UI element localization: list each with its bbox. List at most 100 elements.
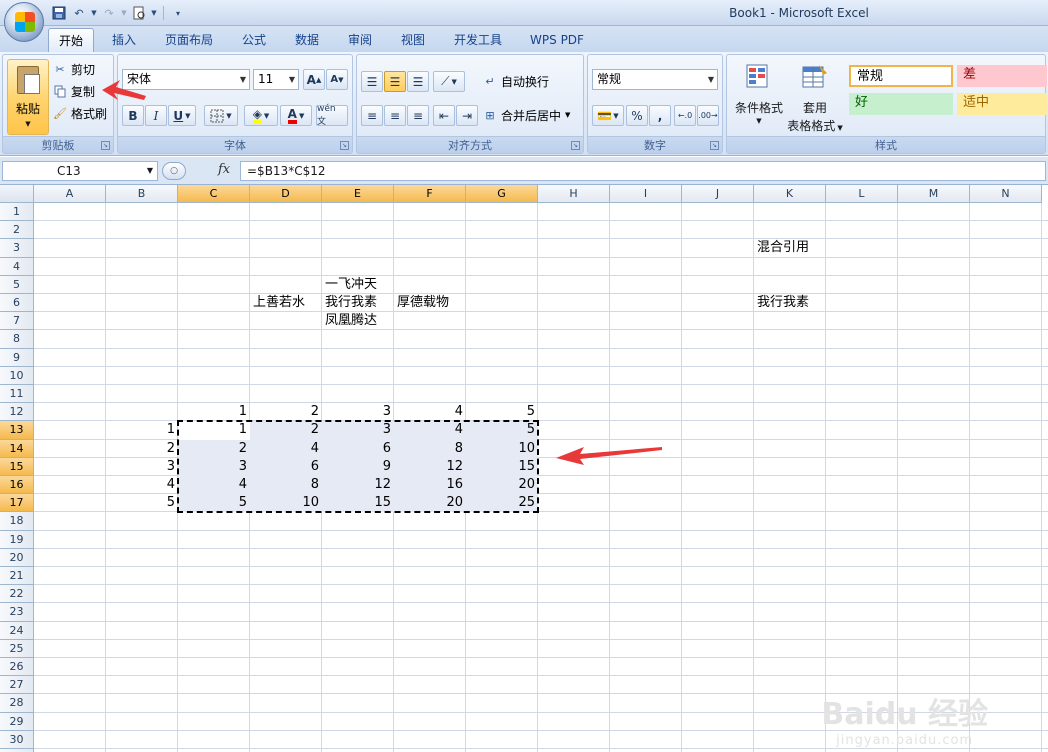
cell-B17[interactable]: 5 <box>106 494 178 512</box>
column-header-C[interactable]: C <box>178 185 250 203</box>
wrap-text-button[interactable]: ↵ 自动换行 <box>483 71 549 91</box>
insert-function-icon[interactable]: fx <box>218 162 230 177</box>
cell-E12[interactable]: 3 <box>322 403 394 421</box>
row-header-19[interactable]: 19 <box>0 530 34 549</box>
row-header-16[interactable]: 16 <box>0 476 34 495</box>
align-right-button[interactable]: ≡ <box>407 105 429 126</box>
borders-button[interactable]: ▼ <box>204 105 238 126</box>
row-header-21[interactable]: 21 <box>0 567 34 586</box>
increase-indent-button[interactable]: ⇥ <box>456 105 478 126</box>
column-header-I[interactable]: I <box>610 185 682 203</box>
cell-B15[interactable]: 3 <box>106 458 178 476</box>
tab-formulas[interactable]: 公式 <box>232 28 276 52</box>
row-header-14[interactable]: 14 <box>0 439 34 458</box>
cell-E7[interactable]: 凤凰腾达 <box>322 312 394 330</box>
row-header-13[interactable]: 13 <box>0 421 34 440</box>
tab-wps-pdf[interactable]: WPS PDF <box>521 28 593 52</box>
column-header-E[interactable]: E <box>322 185 394 203</box>
decrease-decimal-button[interactable]: .00→ <box>697 105 719 126</box>
comma-button[interactable]: , <box>649 105 671 126</box>
name-box[interactable]: C13 ▼ <box>2 161 158 181</box>
clipboard-launcher-icon[interactable]: ↘ <box>101 141 110 150</box>
row-header-11[interactable]: 11 <box>0 385 34 404</box>
row-header-22[interactable]: 22 <box>0 585 34 604</box>
cut-button[interactable]: ✂ 剪切 <box>53 59 95 79</box>
row-header-17[interactable]: 17 <box>0 494 34 513</box>
tab-insert[interactable]: 插入 <box>102 28 146 52</box>
decrease-indent-button[interactable]: ⇤ <box>433 105 455 126</box>
cell-B14[interactable]: 2 <box>106 440 178 458</box>
cell-E6[interactable]: 我行我素 <box>322 294 394 312</box>
row-header-6[interactable]: 6 <box>0 294 34 313</box>
conditional-format-button[interactable]: 条件格式 ▼ <box>731 59 787 131</box>
tab-home[interactable]: 开始 <box>48 28 94 52</box>
cell-F6[interactable]: 厚德载物 <box>394 294 466 312</box>
font-size-select[interactable]: 11 ▼ <box>253 69 299 90</box>
row-header-5[interactable]: 5 <box>0 275 34 294</box>
column-header-J[interactable]: J <box>682 185 754 203</box>
tab-developer[interactable]: 开发工具 <box>444 28 512 52</box>
number-format-select[interactable]: 常规 ▼ <box>592 69 718 90</box>
row-header-25[interactable]: 25 <box>0 639 34 658</box>
column-header-N[interactable]: N <box>970 185 1042 203</box>
shrink-font-button[interactable]: A ▼ <box>326 69 348 90</box>
row-header-29[interactable]: 29 <box>0 712 34 731</box>
merge-center-button[interactable]: ⊞ 合并后居中 ▼ <box>483 105 570 125</box>
align-middle-button[interactable]: ☰ <box>384 71 406 92</box>
row-header-9[interactable]: 9 <box>0 348 34 367</box>
column-header-F[interactable]: F <box>394 185 466 203</box>
align-top-button[interactable]: ☰ <box>361 71 383 92</box>
select-all-corner[interactable] <box>0 185 34 203</box>
row-header-20[interactable]: 20 <box>0 548 34 567</box>
column-header-B[interactable]: B <box>106 185 178 203</box>
cell-B16[interactable]: 4 <box>106 476 178 494</box>
cell-K6[interactable]: 我行我素 <box>754 294 826 312</box>
formula-bar-expand-icon[interactable]: ○ <box>162 162 186 180</box>
row-header-26[interactable]: 26 <box>0 658 34 677</box>
increase-decimal-button[interactable]: ←.0 <box>674 105 696 126</box>
column-header-L[interactable]: L <box>826 185 898 203</box>
column-header-D[interactable]: D <box>250 185 322 203</box>
row-header-24[interactable]: 24 <box>0 621 34 640</box>
cell-D6[interactable]: 上善若水 <box>250 294 322 312</box>
row-header-1[interactable]: 1 <box>0 203 34 222</box>
style-normal[interactable]: 常规 <box>849 65 953 87</box>
row-header-7[interactable]: 7 <box>0 312 34 331</box>
column-header-K[interactable]: K <box>754 185 826 203</box>
column-header-H[interactable]: H <box>538 185 610 203</box>
percent-button[interactable]: % <box>626 105 648 126</box>
cell-G12[interactable]: 5 <box>466 403 538 421</box>
format-painter-button[interactable]: 🖌 格式刷 <box>53 103 107 123</box>
align-center-button[interactable]: ≡ <box>384 105 406 126</box>
cell-E5[interactable]: 一飞冲天 <box>322 276 394 294</box>
row-header-15[interactable]: 15 <box>0 457 34 476</box>
alignment-launcher-icon[interactable]: ↘ <box>571 141 580 150</box>
orientation-button[interactable]: ⟋ ▼ <box>433 71 465 92</box>
style-bad[interactable]: 差 <box>957 65 1047 87</box>
row-header-3[interactable]: 3 <box>0 239 34 258</box>
cell-C12[interactable]: 1 <box>178 403 250 421</box>
bold-button[interactable]: B <box>122 105 144 126</box>
tab-page-layout[interactable]: 页面布局 <box>156 28 222 52</box>
format-as-table-button[interactable]: 套用 表格格式 ▼ <box>785 59 845 133</box>
row-header-12[interactable]: 12 <box>0 403 34 422</box>
currency-button[interactable]: 💳 ▼ <box>592 105 624 126</box>
column-header-M[interactable]: M <box>898 185 970 203</box>
font-color-button[interactable]: A ▼ <box>280 105 312 126</box>
formula-input[interactable]: =$B13*C$12 <box>240 161 1046 181</box>
row-header-4[interactable]: 4 <box>0 257 34 276</box>
cell-K3[interactable]: 混合引用 <box>754 239 826 257</box>
style-good[interactable]: 好 <box>849 93 953 115</box>
copy-button[interactable]: 复制 <box>53 81 95 101</box>
row-header-30[interactable]: 30 <box>0 730 34 749</box>
row-header-2[interactable]: 2 <box>0 221 34 240</box>
cell-D12[interactable]: 2 <box>250 403 322 421</box>
font-launcher-icon[interactable]: ↘ <box>340 141 349 150</box>
number-launcher-icon[interactable]: ↘ <box>710 141 719 150</box>
worksheet-grid[interactable]: A B C D E F G H I J K L M N 1 2 3 4 5 6 7 8 9 10 11 12 13 14 15 16 17 1… <box>0 185 1048 752</box>
phonetic-button[interactable]: wén 文 <box>316 104 348 127</box>
office-button[interactable] <box>4 2 44 42</box>
tab-view[interactable]: 视图 <box>391 28 435 52</box>
row-header-28[interactable]: 28 <box>0 694 34 713</box>
row-header-8[interactable]: 8 <box>0 330 34 349</box>
